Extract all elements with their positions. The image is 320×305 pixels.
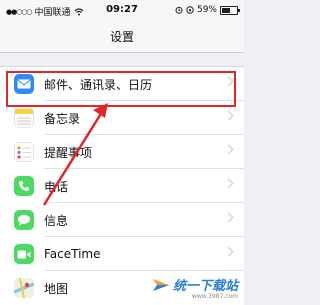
watermark: 统一下载站 (152, 275, 238, 294)
watermark-url: www.3987.com (191, 293, 238, 300)
watermark-text: 统一下载站 (172, 279, 238, 294)
annotation-arrow-icon (42, 103, 108, 206)
watermark-logo-icon (152, 278, 169, 291)
